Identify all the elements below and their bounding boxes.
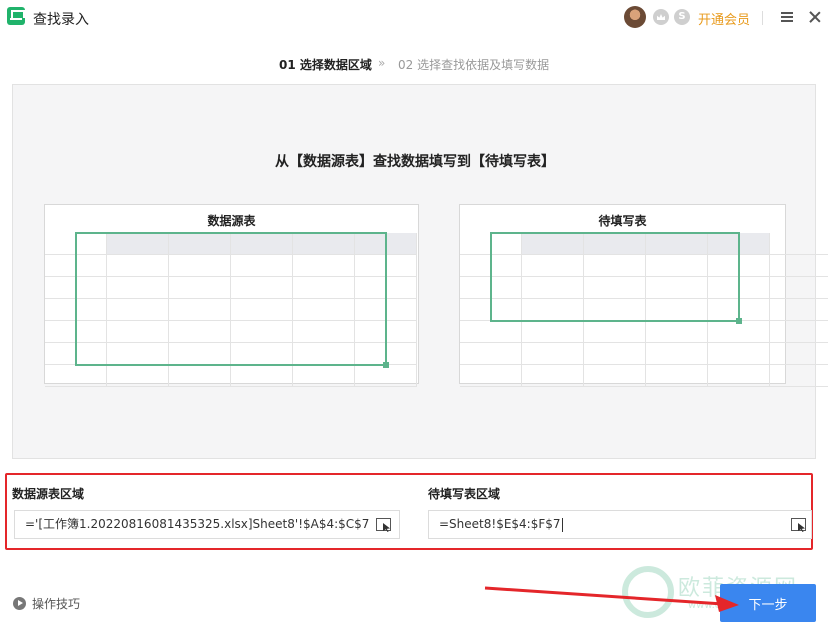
title-bar: 查找录入 S 开通会员 [0, 0, 828, 36]
text-cursor [561, 517, 563, 532]
target-grid [460, 232, 828, 387]
selection-range [490, 232, 742, 324]
empty-cell [770, 365, 828, 387]
close-icon[interactable] [808, 10, 822, 24]
play-icon [13, 597, 26, 610]
empty-cell [646, 365, 708, 387]
menu-icon[interactable] [781, 11, 793, 23]
empty-cell [169, 365, 231, 387]
empty-cell [708, 343, 770, 365]
empty-cell [293, 365, 355, 387]
preview-heading: 从【数据源表】查找数据填写到【待填写表】 [275, 154, 555, 170]
crown-badge-icon[interactable] [653, 9, 669, 25]
empty-cell [770, 277, 828, 299]
source-grid [45, 232, 417, 387]
empty-cell [584, 365, 646, 387]
empty-cell [708, 365, 770, 387]
selection-range [75, 232, 389, 368]
empty-cell [708, 321, 770, 343]
source-sheet-title: 数据源表 [207, 214, 256, 228]
source-range-value: ='[工作簿1.20220816081435325.xlsx]Sheet8'!$… [25, 517, 370, 531]
watermark-logo-icon [622, 566, 674, 618]
target-sheet: 待填写表 [459, 204, 828, 387]
range-picker-icon[interactable] [376, 518, 391, 531]
empty-cell [646, 343, 708, 365]
target-range-value: =Sheet8!$E$4:$F$7 [439, 517, 561, 531]
fill-handle [736, 318, 742, 324]
step-arrow-icon: » [378, 56, 386, 70]
empty-cell [770, 343, 828, 365]
annotation-arrow [484, 586, 739, 612]
open-vip-link[interactable]: 开通会员 [698, 9, 750, 28]
window-title: 查找录入 [33, 12, 89, 28]
target-sheet-title: 待填写表 [598, 214, 647, 228]
app-logo-icon [7, 7, 25, 25]
step-1-label: 01 选择数据区域 [279, 58, 372, 72]
tips-label: 操作技巧 [32, 597, 81, 611]
empty-cell [770, 321, 828, 343]
empty-cell [522, 343, 584, 365]
next-button[interactable]: 下一步 [720, 584, 816, 622]
source-sheet: 数据源表 [44, 204, 419, 387]
range-selection-panel: 数据源表区域 ='[工作簿1.20220816081435325.xlsx]Sh… [5, 473, 813, 550]
empty-cell [584, 343, 646, 365]
user-avatar[interactable] [624, 6, 646, 28]
empty-cell [770, 255, 828, 277]
target-range-label: 待填写表区域 [428, 487, 501, 501]
empty-cell [355, 365, 417, 387]
empty-cell [770, 299, 828, 321]
target-range-input[interactable]: =Sheet8!$E$4:$F$7 [428, 510, 812, 539]
super-badge-icon[interactable]: S [674, 9, 690, 25]
preview-panel: 从【数据源表】查找数据填写到【待填写表】 数据源表 待填写表 [12, 84, 828, 459]
step-indicator: 01 选择数据区域 » 02 选择查找依据及填写数据 [0, 56, 828, 74]
title-separator [762, 11, 763, 25]
empty-cell [522, 365, 584, 387]
step-2-label: 02 选择查找依据及填写数据 [398, 58, 550, 72]
empty-cell [646, 321, 708, 343]
empty-cell [460, 321, 522, 343]
empty-cell [460, 365, 522, 387]
empty-cell [45, 365, 107, 387]
empty-cell [584, 321, 646, 343]
empty-cell [770, 233, 828, 255]
empty-cell [231, 365, 293, 387]
fill-handle [383, 362, 389, 368]
empty-cell [460, 343, 522, 365]
source-range-label: 数据源表区域 [12, 487, 85, 501]
empty-cell [522, 321, 584, 343]
empty-cell [107, 365, 169, 387]
range-picker-icon[interactable] [791, 518, 806, 531]
source-range-input[interactable]: ='[工作簿1.20220816081435325.xlsx]Sheet8'!$… [14, 510, 400, 539]
